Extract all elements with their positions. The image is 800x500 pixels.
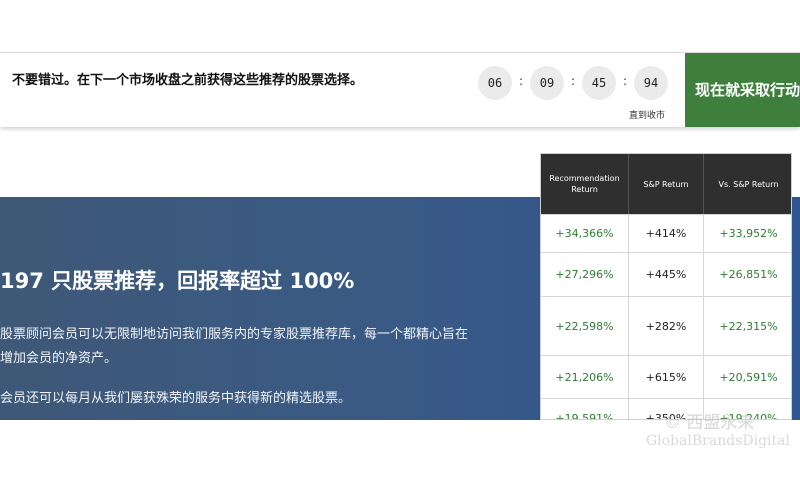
column-header-recommendation-return: Recommendation Return xyxy=(541,154,629,214)
vs-sp-return-cell: +26,851% xyxy=(719,268,778,281)
countdown-timer: 06 : 09 : 45 : 94 xyxy=(478,66,668,100)
act-now-button[interactable]: 现在就采取行动 xyxy=(685,53,800,127)
recommendation-return-cell: +19,591% xyxy=(541,399,629,419)
table-header-row: Recommendation Return S&P Return Vs. S&P… xyxy=(541,154,791,214)
column-header-vs-sp-return: Vs. S&P Return xyxy=(718,179,779,189)
hero-paragraph-2: 会员还可以每月从我们屡获殊荣的服务中获得新的精选股票。 xyxy=(0,391,352,406)
sp-return-cell: +282% xyxy=(629,297,704,355)
hero-paragraph-1: 股票顾问会员可以无限制地访问我们服务内的专家股票推荐库，每一个都精心旨在增加会员… xyxy=(0,327,469,366)
sp-return-cell: +445% xyxy=(629,253,704,296)
sp-return-cell: +615% xyxy=(629,356,704,398)
countdown-separator: : xyxy=(622,74,628,88)
until-close-label: 直到收市 xyxy=(629,111,666,121)
hero-title: 197 只股票推荐，回报率超过 100% xyxy=(0,269,355,293)
vs-sp-return-cell: +20,591% xyxy=(719,370,778,384)
column-header-sp-return: S&P Return xyxy=(629,154,704,214)
vs-sp-return-cell: +33,952% xyxy=(719,227,778,240)
table-row: +21,206% +615% +20,591% xyxy=(541,355,791,398)
recommendation-return-cell: +27,296% xyxy=(541,253,629,296)
watermark-logo-text: © 西盟永来 xyxy=(664,413,755,433)
countdown-separator: : xyxy=(570,74,576,88)
countdown-minutes: 09 xyxy=(530,66,564,100)
countdown-separator: : xyxy=(518,74,524,88)
recommendation-return-cell: +34,366% xyxy=(541,215,629,252)
sp-return-cell: +414% xyxy=(629,215,704,252)
returns-table: Recommendation Return S&P Return Vs. S&P… xyxy=(540,153,792,420)
watermark-brand-text: GlobalBrandsDigital xyxy=(646,433,790,449)
table-row: +27,296% +445% +26,851% xyxy=(541,252,791,296)
table-row: +34,366% +414% +33,952% xyxy=(541,214,791,252)
countdown-hours: 06 xyxy=(478,66,512,100)
promo-bar: 不要错过。在下一个市场收盘之前获得这些推荐的股票选择。 06 : 09 : 45… xyxy=(0,52,800,127)
recommendation-return-cell: +22,598% xyxy=(541,297,629,355)
countdown-seconds: 45 xyxy=(582,66,616,100)
table-row: +22,598% +282% +22,315% xyxy=(541,296,791,355)
countdown-hundredths: 94 xyxy=(634,66,668,100)
page: 不要错过。在下一个市场收盘之前获得这些推荐的股票选择。 06 : 09 : 45… xyxy=(0,0,800,500)
vs-sp-return-cell: +22,315% xyxy=(719,319,778,333)
recommendation-return-cell: +21,206% xyxy=(541,356,629,398)
promo-message: 不要错过。在下一个市场收盘之前获得这些推荐的股票选择。 xyxy=(12,73,364,88)
